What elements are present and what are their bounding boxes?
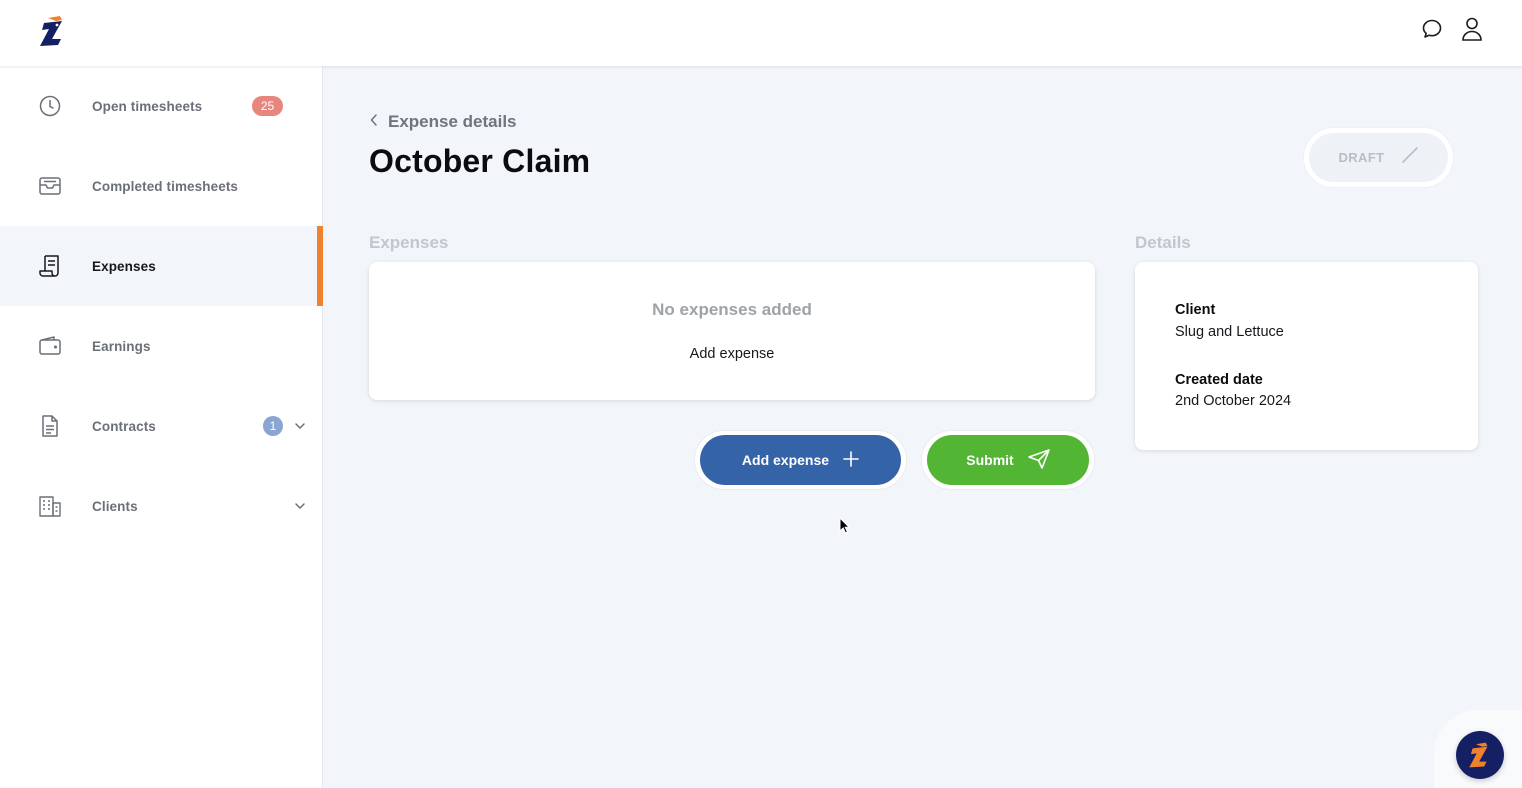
chevron-down-icon[interactable] xyxy=(293,419,307,433)
wallet-icon xyxy=(37,333,63,359)
submit-button-label: Submit xyxy=(966,452,1014,468)
expenses-section-title: Expenses xyxy=(369,233,449,252)
add-expense-button-label: Add expense xyxy=(741,452,830,468)
client-label: Client xyxy=(1175,302,1216,318)
sidebar-item-contracts[interactable]: Contracts 1 xyxy=(0,386,323,466)
sidebar-item-label: Expenses xyxy=(92,258,156,274)
sidebar-item-completed-timesheets[interactable]: Completed timesheets xyxy=(0,146,323,226)
clock-icon xyxy=(37,93,63,119)
details-section-title: Details xyxy=(1135,233,1191,252)
sidebar-item-label: Clients xyxy=(92,498,138,514)
sidebar-item-label: Completed timesheets xyxy=(92,178,239,194)
empty-state-title: No expenses added xyxy=(652,300,812,319)
expenses-card: No expenses added Add expense xyxy=(369,262,1095,400)
client-value: Slug and Lettuce xyxy=(1175,324,1284,340)
status-toggle[interactable]: DRAFT xyxy=(1303,127,1454,188)
inbox-tray-icon xyxy=(37,173,63,199)
submit-button-body: Submit xyxy=(927,435,1089,485)
sidebar-item-label: Contracts xyxy=(92,418,156,434)
count-badge: 1 xyxy=(263,416,283,436)
page-title: October Claim xyxy=(369,143,591,179)
chat-icon[interactable] xyxy=(1419,15,1445,43)
created-date-label: Created date xyxy=(1175,372,1263,388)
status-pill: DRAFT xyxy=(1309,133,1448,182)
count-badge: 25 xyxy=(252,96,283,116)
building-icon xyxy=(37,493,63,519)
created-date-value: 2nd October 2024 xyxy=(1175,393,1292,409)
submit-button[interactable]: Submit xyxy=(921,430,1095,490)
add-expense-link[interactable]: Add expense xyxy=(369,346,1095,362)
details-card: Client Slug and Lettuce Created date 2nd… xyxy=(1135,262,1478,450)
document-icon xyxy=(37,413,63,439)
brand-logo[interactable] xyxy=(36,14,70,48)
sidebar-item-open-timesheets[interactable]: Open timesheets 25 xyxy=(0,66,323,146)
sidebar-item-clients[interactable]: Clients xyxy=(0,466,323,546)
add-expense-button[interactable]: Add expense xyxy=(694,430,907,490)
user-profile-icon[interactable] xyxy=(1459,15,1485,43)
receipt-icon xyxy=(37,253,63,279)
status-badge: DRAFT xyxy=(1338,150,1385,165)
sidebar-nav: Open timesheets 25 Completed timesheets … xyxy=(0,66,323,788)
add-expense-button-body: Add expense xyxy=(700,435,901,485)
chevron-down-icon[interactable] xyxy=(293,499,307,513)
chevron-left-icon xyxy=(370,113,378,131)
sidebar-item-label: Earnings xyxy=(92,338,151,354)
help-chat-launcher-icon[interactable] xyxy=(1456,731,1504,779)
sidebar-item-label: Open timesheets xyxy=(92,98,203,114)
mouse-cursor-icon xyxy=(839,516,851,535)
plus-icon xyxy=(843,450,859,470)
sidebar-item-expenses[interactable]: Expenses xyxy=(0,226,323,306)
sidebar-item-earnings[interactable]: Earnings xyxy=(0,306,323,386)
back-link[interactable]: Expense details xyxy=(370,110,517,134)
send-icon xyxy=(1027,448,1050,472)
edit-pencil-icon xyxy=(1401,146,1419,169)
back-link-label: Expense details xyxy=(388,112,517,131)
top-bar xyxy=(0,0,1522,66)
